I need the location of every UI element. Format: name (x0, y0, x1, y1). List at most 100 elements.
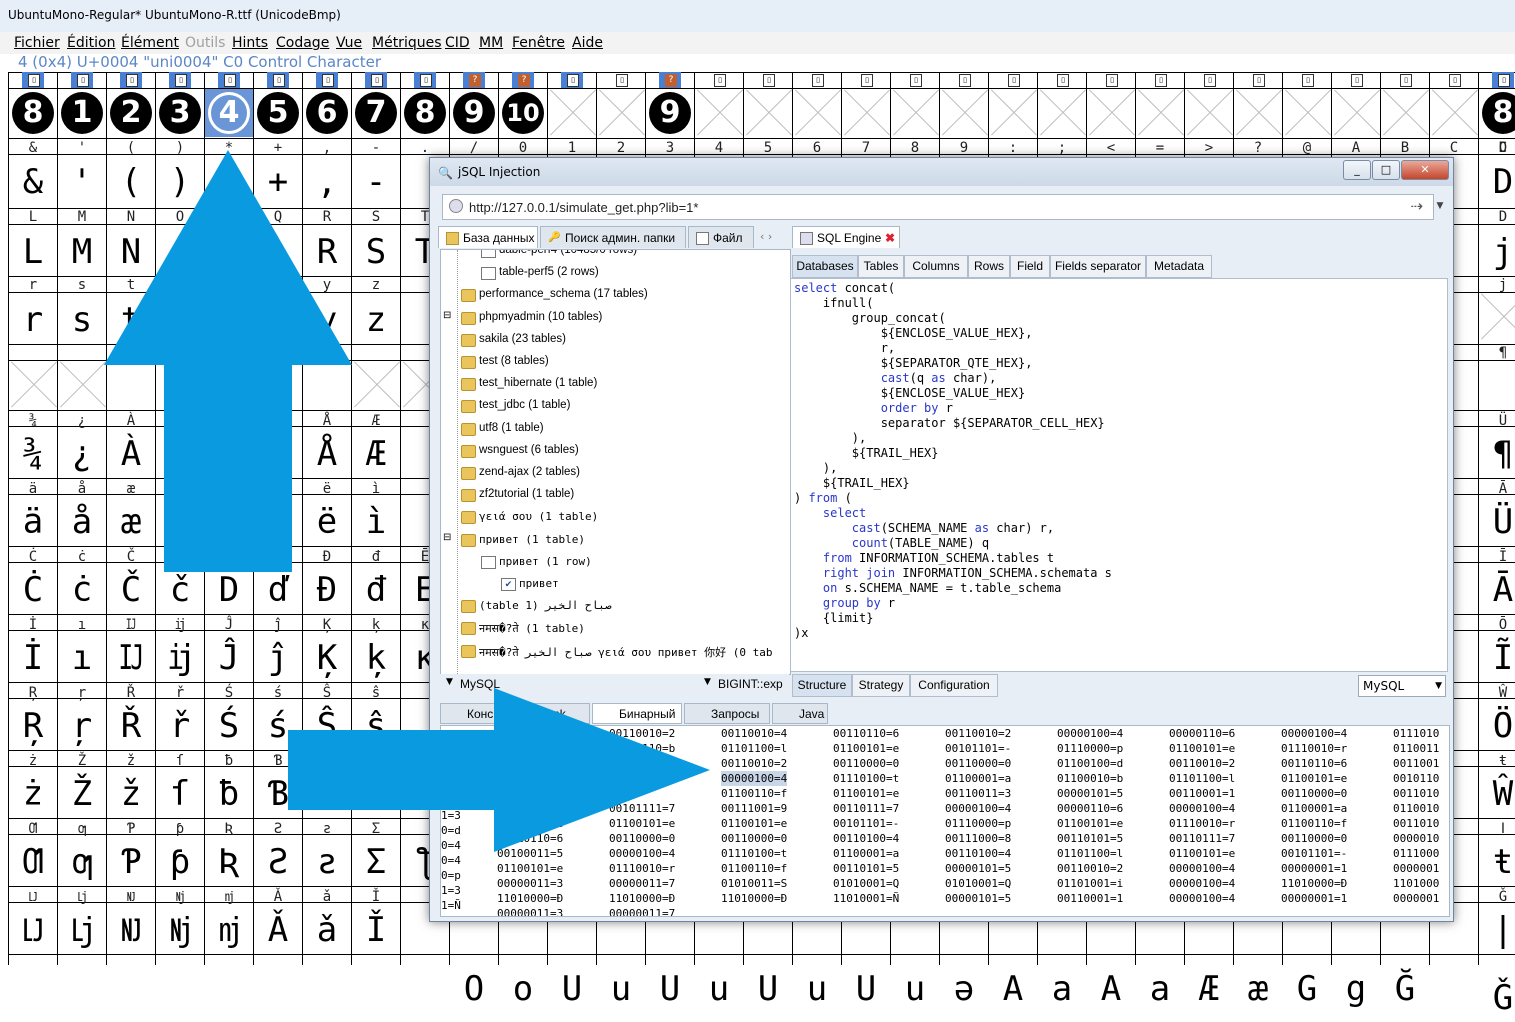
binary-value[interactable]: 0000010 (1393, 831, 1439, 846)
binary-value[interactable]: 00000100=4 (1169, 861, 1235, 876)
glyph-disc[interactable]: 9 (649, 92, 691, 134)
binary-value[interactable]: 00000100=4 (1057, 726, 1123, 741)
empty-glyph-cell[interactable] (549, 90, 595, 136)
binary-value[interactable]: 01100101=e (1281, 771, 1347, 786)
binary-value[interactable]: 00110110=6 (1281, 756, 1347, 771)
binary-value[interactable]: 01110000=p (945, 816, 1011, 831)
tab-scroll-arrows[interactable]: ‹ › (760, 230, 772, 243)
binary-value[interactable]: 01100101=e (1057, 816, 1123, 831)
binary-value[interactable]: 01010001=Q (833, 876, 899, 891)
tree-node[interactable]: ✔ привет (441, 575, 790, 593)
binary-value[interactable]: 01101100=l (1169, 771, 1235, 786)
url-input[interactable] (467, 197, 1391, 217)
binary-value[interactable]: 00110010=2 (1169, 756, 1235, 771)
binary-value[interactable]: 01100110=f (721, 861, 787, 876)
binary-value[interactable]: 0010110 (1393, 771, 1439, 786)
binary-value[interactable]: 00110000=0 (1281, 831, 1347, 846)
glyph-disc[interactable]: 10 (502, 92, 544, 134)
binary-value[interactable]: 00110001=1 (1057, 891, 1123, 906)
tab-database[interactable]: База данных (438, 226, 538, 248)
binary-value[interactable]: 1=3 (441, 883, 461, 898)
binary-value[interactable]: 00101101=- (833, 816, 899, 831)
binary-value[interactable]: 00110111=7 (1169, 831, 1235, 846)
binary-value[interactable]: 11010001=Ñ (833, 891, 899, 906)
binary-value[interactable]: 00000100=4 (1169, 801, 1235, 816)
binary-value[interactable]: 11010000=Ð (1281, 876, 1347, 891)
binary-value[interactable]: 0000001 (1393, 891, 1439, 906)
tree-node[interactable]: привет (1 row) (441, 553, 790, 571)
binary-value[interactable]: 01100010=b (1057, 771, 1123, 786)
binary-value[interactable]: 0000001 (1393, 861, 1439, 876)
tree-node[interactable]: zf2tutorial (1 table) (441, 486, 790, 504)
binary-value[interactable]: 01100001=a (833, 846, 899, 861)
strategy-label[interactable]: BIGINT::exp (718, 677, 783, 691)
tree-node[interactable]: table-perf5 (2 rows) (441, 264, 790, 282)
tree-node[interactable]: sakila (23 tables) (441, 331, 790, 349)
menu-codage[interactable]: Codage (276, 35, 329, 51)
tab-java[interactable]: Java (772, 703, 828, 724)
tab-fields-separator[interactable]: Fields separator (1050, 255, 1146, 278)
url-dropdown-icon[interactable]: ▼ (1433, 194, 1447, 218)
binary-value[interactable]: 01100001=a (1281, 801, 1347, 816)
binary-value[interactable]: 00110001=1 (1169, 786, 1235, 801)
tree-node[interactable]: utf8 (1 table) (441, 420, 790, 438)
binary-value[interactable]: 1101000 (1393, 876, 1439, 891)
empty-glyph-cell[interactable] (794, 90, 840, 136)
tab-field[interactable]: Field (1010, 255, 1050, 278)
binary-value[interactable]: 00000110=6 (1169, 726, 1235, 741)
menu-metriques[interactable]: Métriques (372, 35, 442, 51)
binary-value[interactable]: 00110000=0 (1281, 786, 1347, 801)
glyph-disc[interactable]: 3 (159, 92, 201, 134)
tree-node[interactable]: test_hibernate (1 table) (441, 375, 790, 393)
binary-value[interactable]: 01110010=r (1169, 816, 1235, 831)
empty-glyph-cell[interactable] (1284, 90, 1330, 136)
tree-node[interactable]: नमस�?ते صباح الخير γειά σου привет 你好 (0… (441, 642, 790, 660)
glyph-disc[interactable]: 9 (453, 92, 495, 134)
menu-fichier[interactable]: Fichier (14, 35, 60, 51)
binary-value[interactable]: 1=Ñ (441, 898, 461, 913)
tree-node[interactable]: γειά σου (1 table) (441, 508, 790, 526)
binary-value[interactable]: 0110010 (1393, 801, 1439, 816)
binary-value[interactable]: 01100101=e (1169, 846, 1235, 861)
glyph-disc[interactable]: 8 (12, 92, 54, 134)
close-tab-icon[interactable]: ✖ (885, 227, 895, 249)
menu-aide[interactable]: Aide (572, 35, 603, 51)
empty-glyph-cell[interactable] (1137, 90, 1183, 136)
menu-hints[interactable]: Hints (232, 35, 268, 51)
tab-sql-engine[interactable]: SQL Engine ✖ (792, 226, 900, 248)
binary-value[interactable]: 01100101=e (497, 861, 563, 876)
go-arrow-icon[interactable]: ⇢ (1410, 197, 1423, 215)
tree-node[interactable]: dable-perf4 (10485/0 rows) (441, 250, 790, 260)
binary-value[interactable]: 00110011=3 (945, 786, 1011, 801)
dbms-select[interactable]: MySQL ▼ (1358, 675, 1446, 697)
minimize-button[interactable]: _ (1343, 160, 1371, 180)
binary-value[interactable]: 00101101=- (1281, 846, 1347, 861)
tree-node[interactable]: (table 1) صباح الخير (441, 597, 790, 615)
binary-value[interactable]: 01100110=f (1281, 816, 1347, 831)
binary-value[interactable]: 00110000=0 (833, 756, 899, 771)
binary-value[interactable]: 11010000=Ð (721, 891, 787, 906)
binary-value[interactable]: 01110010=r (1281, 741, 1347, 756)
tab-metadata[interactable]: Metadata (1146, 255, 1212, 278)
binary-value[interactable]: 00000001=1 (1281, 891, 1347, 906)
binary-value[interactable]: 00101101=- (945, 741, 1011, 756)
empty-glyph-cell[interactable] (745, 90, 791, 136)
binary-value[interactable]: 00000100=4 (945, 801, 1011, 816)
binary-value[interactable]: 0111000 (1393, 846, 1439, 861)
tab-structure[interactable]: Structure (792, 674, 852, 697)
empty-glyph-cell[interactable] (990, 90, 1036, 136)
binary-value[interactable]: 00000110=6 (1057, 801, 1123, 816)
tab-columns[interactable]: Columns (904, 255, 968, 278)
binary-value[interactable]: 00110010=2 (945, 726, 1011, 741)
glyph-disc[interactable]: 2 (110, 92, 152, 134)
binary-value[interactable]: 00111001=9 (721, 801, 787, 816)
binary-value[interactable]: 1=3 (441, 913, 461, 916)
strategy-dropdown-icon[interactable]: ▼ (704, 677, 711, 687)
empty-glyph-cell[interactable] (10, 362, 56, 408)
binary-value[interactable]: 01010011=S (721, 876, 787, 891)
empty-glyph-cell[interactable] (1333, 90, 1379, 136)
tree-node[interactable]: test (8 tables) (441, 353, 790, 371)
menu-cid[interactable]: CID (445, 35, 470, 51)
menu-fenetre[interactable]: Fenêtre (512, 35, 565, 51)
empty-glyph-cell[interactable] (1480, 294, 1515, 340)
